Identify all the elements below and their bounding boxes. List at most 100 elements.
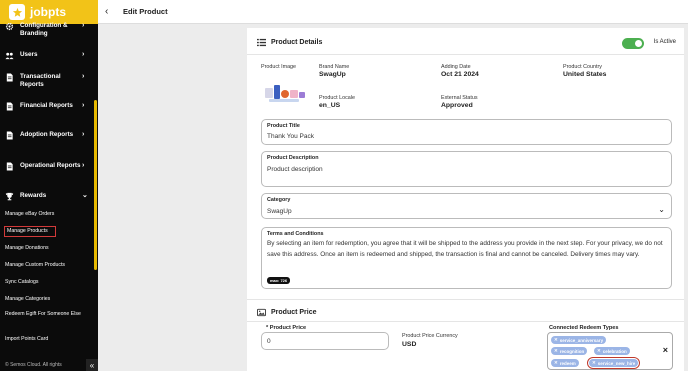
product-image xyxy=(265,85,305,102)
tag-service-anniversary[interactable]: ✕ service_anniversary xyxy=(551,336,607,344)
users-icon xyxy=(5,51,14,60)
product-price-field[interactable]: 0 xyxy=(261,332,389,350)
page-title: Edit Product xyxy=(123,7,168,16)
chevron-right-icon: › xyxy=(82,131,85,138)
adding-date-label: Adding Date xyxy=(441,64,471,70)
product-title-label: Product Title xyxy=(267,123,300,129)
remove-tag-icon[interactable]: ✕ xyxy=(597,348,601,354)
back-arrow-icon[interactable]: ‹ xyxy=(105,6,115,17)
sidebar: jobpts Configuration & Branding › Users … xyxy=(0,0,98,371)
product-country-value: United States xyxy=(563,71,607,78)
subitem-manage-categories[interactable]: Manage Categories xyxy=(5,296,87,303)
chevron-down-icon[interactable]: ⌄ xyxy=(658,205,665,214)
sidebar-item-label: Rewards xyxy=(20,192,47,199)
clear-all-icon[interactable]: × xyxy=(663,345,668,355)
sidebar-item-label: Operational Reports xyxy=(20,162,81,169)
subitem-import-points-card[interactable]: Import Points Card xyxy=(5,336,87,343)
sidebar-item-transactional-reports[interactable]: Transactional Reports › xyxy=(0,73,94,89)
subitem-manage-donations[interactable]: Manage Donations xyxy=(5,245,87,252)
brand-header[interactable]: jobpts xyxy=(0,0,98,24)
sidebar-item-financial-reports[interactable]: Financial Reports › xyxy=(0,102,94,111)
collapse-sidebar-button[interactable]: « xyxy=(86,359,98,371)
is-active-toggle[interactable] xyxy=(622,38,644,49)
tag-celebration[interactable]: ✕ celebration xyxy=(594,347,630,355)
report-icon xyxy=(5,131,14,140)
gear-icon xyxy=(5,22,14,31)
chevron-right-icon: › xyxy=(82,73,85,80)
product-form-card: Product Details Is Active Product Image … xyxy=(247,28,684,371)
chevron-down-icon: ⌄ xyxy=(82,192,88,199)
divider xyxy=(247,54,684,55)
topbar: ‹ Edit Product xyxy=(98,0,688,24)
category-value: SwagUp xyxy=(267,208,292,215)
redeem-types-label: Connected Redeem Types xyxy=(549,325,619,331)
product-image-label: Product Image xyxy=(261,64,297,70)
currency-value: USD xyxy=(402,341,417,348)
sidebar-item-label: Adoption Reports xyxy=(20,131,74,138)
terms-conditions-input[interactable]: By selecting an item for redemption, you… xyxy=(267,239,663,260)
sidebar-item-users[interactable]: Users › xyxy=(0,51,94,60)
sidebar-item-configuration[interactable]: Configuration & Branding › xyxy=(0,22,94,38)
report-icon xyxy=(5,162,14,171)
product-title-field[interactable]: Product Title Thank You Pack xyxy=(261,119,672,145)
product-country-label: Product Country xyxy=(563,64,602,70)
sidebar-scrollbar[interactable] xyxy=(94,100,97,270)
subitem-manage-custom-products[interactable]: Manage Custom Products xyxy=(5,262,87,269)
subitem-manage-ebay-orders[interactable]: Manage eBay Orders xyxy=(5,211,87,218)
remove-tag-icon[interactable]: ✕ xyxy=(554,360,558,366)
report-icon xyxy=(5,102,14,111)
chevron-right-icon: › xyxy=(82,102,85,109)
character-counter: max: 726 xyxy=(267,277,291,284)
redeem-types-multiselect[interactable]: ✕ service_anniversary ✕ recognition ✕ celeb… xyxy=(547,332,673,370)
subitem-manage-products[interactable]: Manage Products xyxy=(4,226,56,237)
tag-recognition[interactable]: ✕ recognition xyxy=(551,347,588,355)
logo-icon xyxy=(9,4,25,20)
external-status-value: Approved xyxy=(441,102,473,109)
brand-name-label: Brand Name xyxy=(319,64,350,70)
sidebar-item-label: Users xyxy=(20,51,38,58)
section-title: Product Price xyxy=(271,309,317,316)
remove-tag-icon[interactable]: ✕ xyxy=(554,348,558,354)
terms-conditions-field[interactable]: Terms and Conditions By selecting an ite… xyxy=(261,227,672,289)
list-icon xyxy=(257,38,266,47)
external-status-label: External Status xyxy=(441,95,478,101)
product-details-heading: Product Details xyxy=(257,38,322,47)
image-icon xyxy=(257,308,266,317)
category-select[interactable]: Category SwagUp ⌄ xyxy=(261,193,672,219)
product-price-label: * Product Price xyxy=(266,325,307,331)
subitem-sync-catalogs[interactable]: Sync Catalogs xyxy=(5,279,87,286)
remove-tag-icon[interactable]: ✕ xyxy=(592,360,596,366)
adding-date-value: Oct 21 2024 xyxy=(441,71,479,78)
sidebar-item-label: Transactional Reports xyxy=(20,73,61,88)
sidebar-item-rewards[interactable]: Rewards ⌄ xyxy=(0,192,94,201)
sidebar-item-label: Financial Reports xyxy=(20,102,73,109)
sidebar-item-operational-reports[interactable]: Operational Reports › xyxy=(0,162,94,171)
sidebar-item-adoption-reports[interactable]: Adoption Reports › xyxy=(0,131,94,140)
app-window: jobpts Configuration & Branding › Users … xyxy=(0,0,688,371)
currency-label: Product Price Currency xyxy=(402,333,458,339)
terms-conditions-label: Terms and Conditions xyxy=(267,231,324,237)
product-locale-value: en_US xyxy=(319,102,341,109)
remove-tag-icon[interactable]: ✕ xyxy=(554,337,558,343)
product-price-input[interactable]: 0 xyxy=(267,337,271,346)
report-icon xyxy=(5,73,14,82)
product-title-input[interactable]: Thank You Pack xyxy=(267,132,314,141)
divider xyxy=(247,299,684,300)
product-description-field[interactable]: Product Description Product description xyxy=(261,151,672,187)
trophy-icon xyxy=(5,192,14,201)
sidebar-item-label: Configuration & Branding xyxy=(20,22,68,37)
brand-name-value: SwagUp xyxy=(319,71,346,78)
subitem-redeem-egift[interactable]: Redeem Egift For Someone Else xyxy=(5,311,87,318)
section-title: Product Details xyxy=(271,39,323,46)
chevron-right-icon: › xyxy=(82,51,85,58)
chevron-right-icon: › xyxy=(82,22,85,29)
product-description-input[interactable]: Product description xyxy=(267,165,323,174)
tag-service-new-hire[interactable]: ✕ service_new_hire xyxy=(586,357,641,369)
sidebar-footer: © Semos Cloud. All rights « xyxy=(0,359,98,371)
chevron-right-icon: › xyxy=(82,162,85,169)
copyright-text: © Semos Cloud. All rights xyxy=(5,362,62,368)
divider xyxy=(247,321,684,322)
product-price-heading: Product Price xyxy=(257,308,317,317)
category-label: Category xyxy=(267,197,291,203)
tag-redeem[interactable]: ✕ redeem xyxy=(551,359,579,367)
